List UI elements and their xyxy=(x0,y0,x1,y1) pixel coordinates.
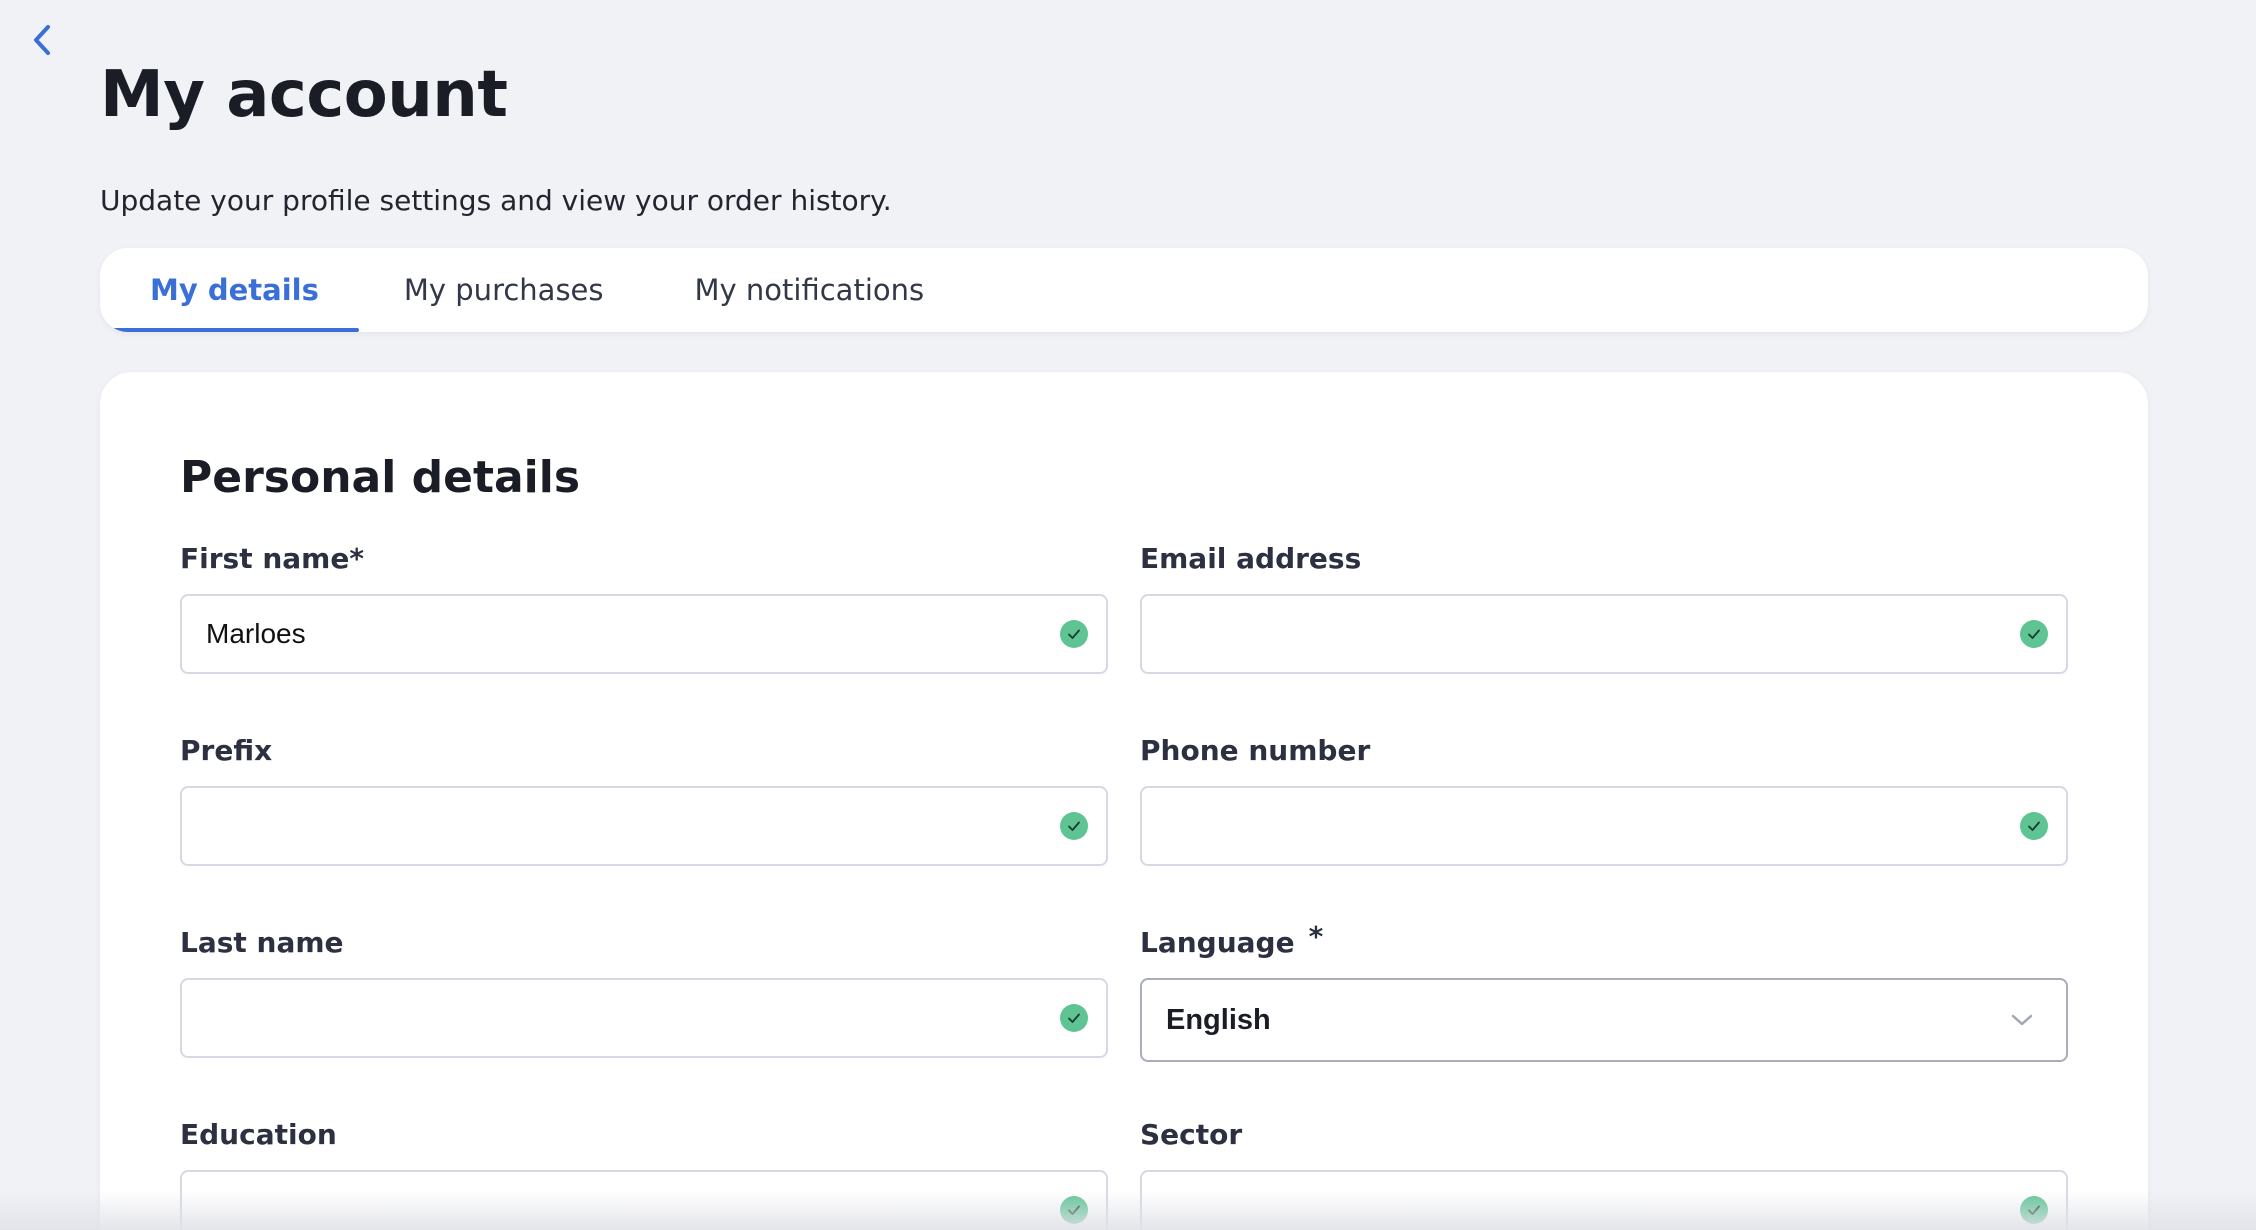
first-name-value: Marloes xyxy=(206,618,306,649)
tab-my-details[interactable]: My details xyxy=(100,248,359,332)
page-subtitle: Update your profile settings and view yo… xyxy=(100,184,892,217)
check-circle-icon xyxy=(2020,1196,2048,1224)
education-label: Education xyxy=(180,1118,337,1151)
check-circle-icon xyxy=(1060,1004,1088,1032)
personal-details-card: Personal details First name* Marloes Ema… xyxy=(100,372,2148,1230)
language-select[interactable]: English xyxy=(1140,978,2068,1062)
language-value: English xyxy=(1166,1003,1271,1036)
check-circle-icon xyxy=(1060,812,1088,840)
tab-my-notifications[interactable]: My notifications xyxy=(650,248,965,332)
last-name-field: Last name xyxy=(180,926,1108,1058)
check-circle-icon xyxy=(1060,620,1088,648)
email-field: Email address xyxy=(1140,542,2068,674)
account-tabs: My details My purchases My notifications xyxy=(100,248,2148,332)
account-page: My account Update your profile settings … xyxy=(0,0,2256,1230)
language-label-text: Language xyxy=(1140,926,1295,959)
prefix-input[interactable] xyxy=(180,786,1108,866)
last-name-input[interactable] xyxy=(180,978,1108,1058)
education-field: Education xyxy=(180,1118,1108,1230)
prefix-field: Prefix xyxy=(180,734,1108,866)
phone-input[interactable] xyxy=(1140,786,2068,866)
page-title: My account xyxy=(100,58,508,132)
section-title: Personal details xyxy=(180,452,581,503)
language-label: Language * xyxy=(1140,920,2068,966)
sector-field: Sector xyxy=(1140,1118,2068,1230)
check-circle-icon xyxy=(1060,1196,1088,1224)
chevron-down-icon xyxy=(2008,1006,2036,1034)
email-label: Email address xyxy=(1140,542,1362,575)
first-name-field: First name* Marloes xyxy=(180,542,1108,674)
sector-label: Sector xyxy=(1140,1118,1243,1151)
check-circle-icon xyxy=(2020,812,2048,840)
required-mark: * xyxy=(1308,920,1324,953)
last-name-label: Last name xyxy=(180,926,344,959)
email-input[interactable] xyxy=(1140,594,2068,674)
sector-input[interactable] xyxy=(1140,1170,2068,1230)
chevron-left-icon xyxy=(31,23,53,61)
phone-label: Phone number xyxy=(1140,734,1371,767)
first-name-label: First name* xyxy=(180,542,364,575)
prefix-label: Prefix xyxy=(180,734,273,767)
first-name-input[interactable]: Marloes xyxy=(180,594,1108,674)
tab-my-purchases[interactable]: My purchases xyxy=(359,248,650,332)
phone-field: Phone number xyxy=(1140,734,2068,866)
language-field: Language * English xyxy=(1140,920,2068,1062)
check-circle-icon xyxy=(2020,620,2048,648)
back-button[interactable] xyxy=(24,22,60,62)
education-input[interactable] xyxy=(180,1170,1108,1230)
